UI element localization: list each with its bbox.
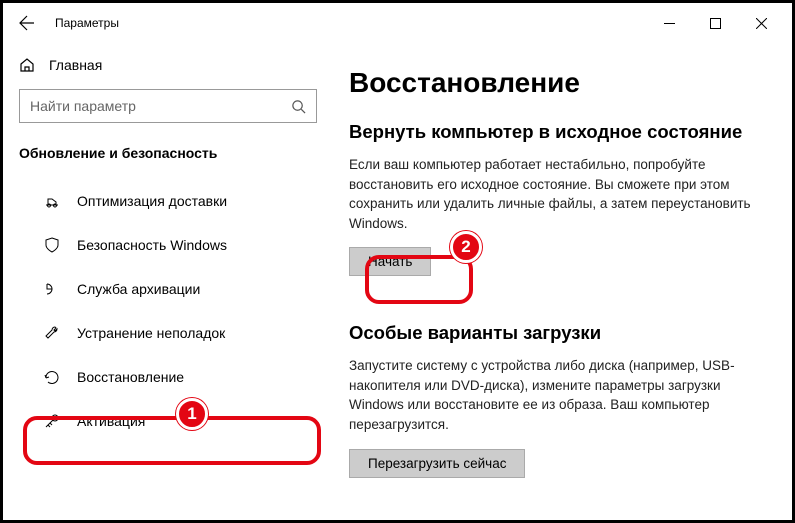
minimize-button[interactable] [646,7,692,39]
backup-icon [43,280,61,298]
sidebar-item-activation[interactable]: Активация [3,399,333,443]
window-controls [646,7,784,39]
sidebar-item-label: Восстановление [77,369,184,385]
shield-icon [43,236,61,254]
sidebar-item-label: Оптимизация доставки [77,193,227,209]
back-button[interactable] [11,7,43,39]
advanced-heading: Особые варианты загрузки [349,322,776,344]
sidebar-item-label: Активация [77,413,145,429]
window-title: Параметры [55,16,119,30]
wrench-icon [43,324,61,342]
sidebar-item-security[interactable]: Безопасность Windows [3,223,333,267]
home-label: Главная [49,57,102,73]
key-icon [43,412,61,430]
close-icon [756,18,767,29]
sidebar-item-backup[interactable]: Служба архивации [3,267,333,311]
content-area: Главная Найти параметр Обновление и безо… [3,43,792,520]
sidebar-item-delivery[interactable]: Оптимизация доставки [3,179,333,223]
search-placeholder: Найти параметр [30,98,291,114]
close-button[interactable] [738,7,784,39]
recovery-icon [43,368,61,386]
search-input[interactable]: Найти параметр [19,89,317,123]
search-icon [291,99,306,114]
restart-now-button[interactable]: Перезагрузить сейчас [349,449,525,478]
sidebar: Главная Найти параметр Обновление и безо… [3,43,333,520]
sidebar-item-label: Устранение неполадок [77,325,225,341]
sidebar-item-label: Служба архивации [77,281,200,297]
sidebar-section-label: Обновление и безопасность [3,137,333,179]
reset-start-button[interactable]: Начать [349,247,431,276]
main-panel: Восстановление Вернуть компьютер в исход… [333,43,792,520]
home-nav[interactable]: Главная [3,51,333,79]
maximize-button[interactable] [692,7,738,39]
minimize-icon [664,18,675,29]
home-icon [19,57,35,73]
arrow-left-icon [19,15,35,31]
maximize-icon [710,18,721,29]
sidebar-item-label: Безопасность Windows [77,237,227,253]
reset-heading: Вернуть компьютер в исходное состояние [349,121,776,143]
page-title: Восстановление [349,67,776,99]
sidebar-item-recovery[interactable]: Восстановление [3,355,333,399]
delivery-icon [43,192,61,210]
titlebar: Параметры [3,3,792,43]
reset-body: Если ваш компьютер работает нестабильно,… [349,155,759,233]
advanced-body: Запустите систему с устройства либо диск… [349,356,759,434]
sidebar-item-troubleshoot[interactable]: Устранение неполадок [3,311,333,355]
